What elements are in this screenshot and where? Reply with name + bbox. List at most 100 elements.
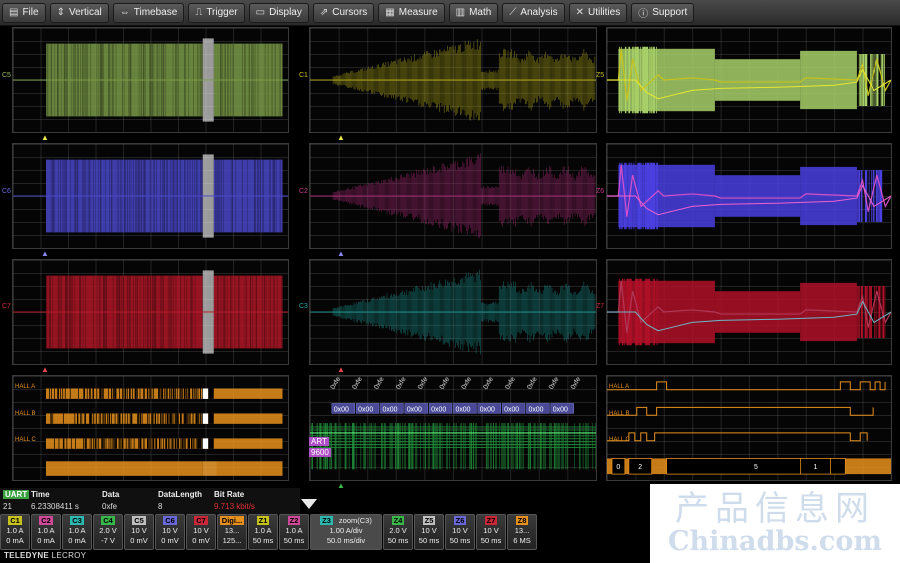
timebase-icon: ⇔ <box>119 7 130 18</box>
descriptor-digi[interactable]: Digi... 13... 125... <box>217 514 247 550</box>
svg-text:0x00: 0x00 <box>504 406 519 413</box>
descriptor-c6[interactable]: C6 10 V0 mV <box>155 514 185 550</box>
expand-table-button[interactable] <box>300 497 318 509</box>
trace-z7 <box>607 278 891 346</box>
menu-label: Utilities <box>587 7 621 18</box>
channel-tag: C2 <box>39 516 53 525</box>
menu-label: File <box>22 7 39 18</box>
svg-text:0x00: 0x00 <box>358 406 373 413</box>
channel-tag: Z8 <box>515 516 529 525</box>
descriptor-z6[interactable]: Z6 10 V 50 ms <box>445 514 475 550</box>
menu-label: Vertical <box>68 7 102 18</box>
svg-text:0xfe: 0xfe <box>439 376 452 391</box>
watermark-line1: 产品信息网 <box>675 488 875 529</box>
svg-text:0xfe: 0xfe <box>461 376 474 391</box>
channel-tag: Z6 <box>453 516 467 525</box>
menu-vertical[interactable]: ⇕ Vertical <box>49 2 109 23</box>
descriptor-value: 0 mA <box>6 536 24 545</box>
descriptor-z5[interactable]: Z5 10 V 50 ms <box>414 514 444 550</box>
decode-table[interactable]: UART Time Data DataLength Bit Rate 21 6.… <box>0 488 300 514</box>
label-z6: Z6 <box>596 188 605 195</box>
menu-measure[interactable]: ▦ Measure <box>378 2 445 23</box>
channel-tag: Z1 <box>256 516 270 525</box>
menu-trigger[interactable]: ⎍ Trigger <box>188 2 245 23</box>
channel-tag: C6 <box>163 516 177 525</box>
trigger-marker-4[interactable]: ▲ <box>337 134 345 142</box>
col-time[interactable]: Time <box>31 490 102 499</box>
uart-label: ART <box>309 437 329 446</box>
grid-uart[interactable]: 0xfe 0xfe 0xfe 0xfe 0xfe 0xfe 0xfe 0xfe 0xfe 0xfe… <box>309 375 597 481</box>
trigger-marker-1[interactable]: ▲ <box>41 134 49 142</box>
menu-cursors[interactable]: ⇗ Cursors <box>312 2 375 23</box>
channel-tag: Z4 <box>391 516 405 525</box>
menu-label: Analysis <box>520 7 558 18</box>
descriptor-c1[interactable]: C1 1.0 A0 mA <box>0 514 30 550</box>
file-icon: ▤ <box>9 7 19 18</box>
menu-analysis[interactable]: ⟋ Analysis <box>502 2 565 23</box>
col-data[interactable]: Data <box>102 490 158 499</box>
display-icon: ▭ <box>255 7 266 18</box>
descriptor-z7[interactable]: Z7 10 V 50 ms <box>476 514 506 550</box>
descriptor-value: 0 mA <box>68 536 86 545</box>
descriptor-c7[interactable]: C7 10 V0 mV <box>186 514 216 550</box>
descriptor-value: 10 V <box>452 526 468 535</box>
grid-c5[interactable] <box>12 27 289 133</box>
grid-z5[interactable] <box>606 27 892 133</box>
descriptor-c5[interactable]: C5 10 V0 mV <box>124 514 154 550</box>
trace-z8: 0 2 5 1 <box>607 381 891 475</box>
descriptor-value: 1.0 A <box>37 526 55 535</box>
descriptor-c2[interactable]: C2 1.0 A0 mA <box>31 514 61 550</box>
menu-math[interactable]: ▥ Math <box>448 2 499 23</box>
channel-tag: Z5 <box>422 516 436 525</box>
grid-c7[interactable] <box>12 259 289 365</box>
label-c2: C2 <box>299 188 308 195</box>
menu-utilities[interactable]: ✕ Utilities <box>568 2 628 23</box>
menu-support[interactable]: ⓘ Support <box>631 2 695 23</box>
trigger-marker-7[interactable]: ▲ <box>337 482 345 490</box>
trigger-marker-3[interactable]: ▲ <box>41 366 49 374</box>
label-c5: C5 <box>2 72 11 79</box>
descriptor-value: 1.00 A/div <box>329 526 363 535</box>
label-c1: C1 <box>299 72 308 79</box>
svg-text:5: 5 <box>754 464 758 471</box>
svg-text:0x00: 0x00 <box>334 406 349 413</box>
menu-timebase[interactable]: ⇔ Timebase <box>112 2 185 23</box>
trigger-marker-5[interactable]: ▲ <box>337 250 345 258</box>
cell-index: 21 <box>3 501 12 511</box>
descriptor-z8[interactable]: Z8 13... 6 MS <box>507 514 537 550</box>
col-bitrate[interactable]: Bit Rate <box>214 490 294 499</box>
label-z8-hall-c: HALL C <box>609 437 630 443</box>
channel-tag: C3 <box>70 516 84 525</box>
grid-z6[interactable] <box>606 143 892 249</box>
grid-c2[interactable] <box>309 143 597 249</box>
grid-z7[interactable] <box>606 259 892 365</box>
descriptor-c4[interactable]: C4 2.0 V -7 V <box>93 514 123 550</box>
utilities-icon: ✕ <box>575 7 584 18</box>
menu-display[interactable]: ▭ Display <box>248 2 309 23</box>
menu-bar: ▤ File ⇕ Vertical ⇔ Timebase ⎍ Trigger ▭ Display ⇗… <box>0 0 900 26</box>
table-row[interactable]: 21 6.23308411 s 0xfe 8 9.713 kbit/s <box>0 500 300 512</box>
trigger-marker-2[interactable]: ▲ <box>41 250 49 258</box>
grid-digital[interactable] <box>12 375 289 481</box>
channel-tag: C5 <box>132 516 146 525</box>
descriptor-z1[interactable]: Z1 1.0 A 50 ms <box>248 514 278 550</box>
descriptor-value: 0 mV <box>130 536 148 545</box>
decode-source-tag[interactable]: UART <box>3 489 30 499</box>
descriptor-z4[interactable]: Z4 2.0 V 50 ms <box>383 514 413 550</box>
descriptor-z2[interactable]: Z2 1.0 A 50 ms <box>279 514 309 550</box>
col-datalength[interactable]: DataLength <box>158 490 214 499</box>
trigger-marker-6[interactable]: ▲ <box>337 366 345 374</box>
trace-z5 <box>607 46 891 114</box>
trace-c2 <box>310 144 596 248</box>
descriptor-value: 13... <box>224 526 240 535</box>
grid-c3[interactable] <box>309 259 597 365</box>
uart-baud: 9600 <box>309 448 331 457</box>
grid-z8[interactable]: 0 2 5 1 <box>606 375 892 481</box>
descriptor-z3[interactable]: Z3 zoom(C3) 1.00 A/div 50.0 ms/div <box>310 514 382 550</box>
svg-text:0xfe: 0xfe <box>329 376 342 391</box>
menu-file[interactable]: ▤ File <box>2 2 46 23</box>
descriptor-c3[interactable]: C3 1.0 A0 mA <box>62 514 92 550</box>
cell-time: 6.23308411 s <box>31 501 79 511</box>
grid-c1[interactable] <box>309 27 597 133</box>
grid-c6[interactable] <box>12 143 289 249</box>
